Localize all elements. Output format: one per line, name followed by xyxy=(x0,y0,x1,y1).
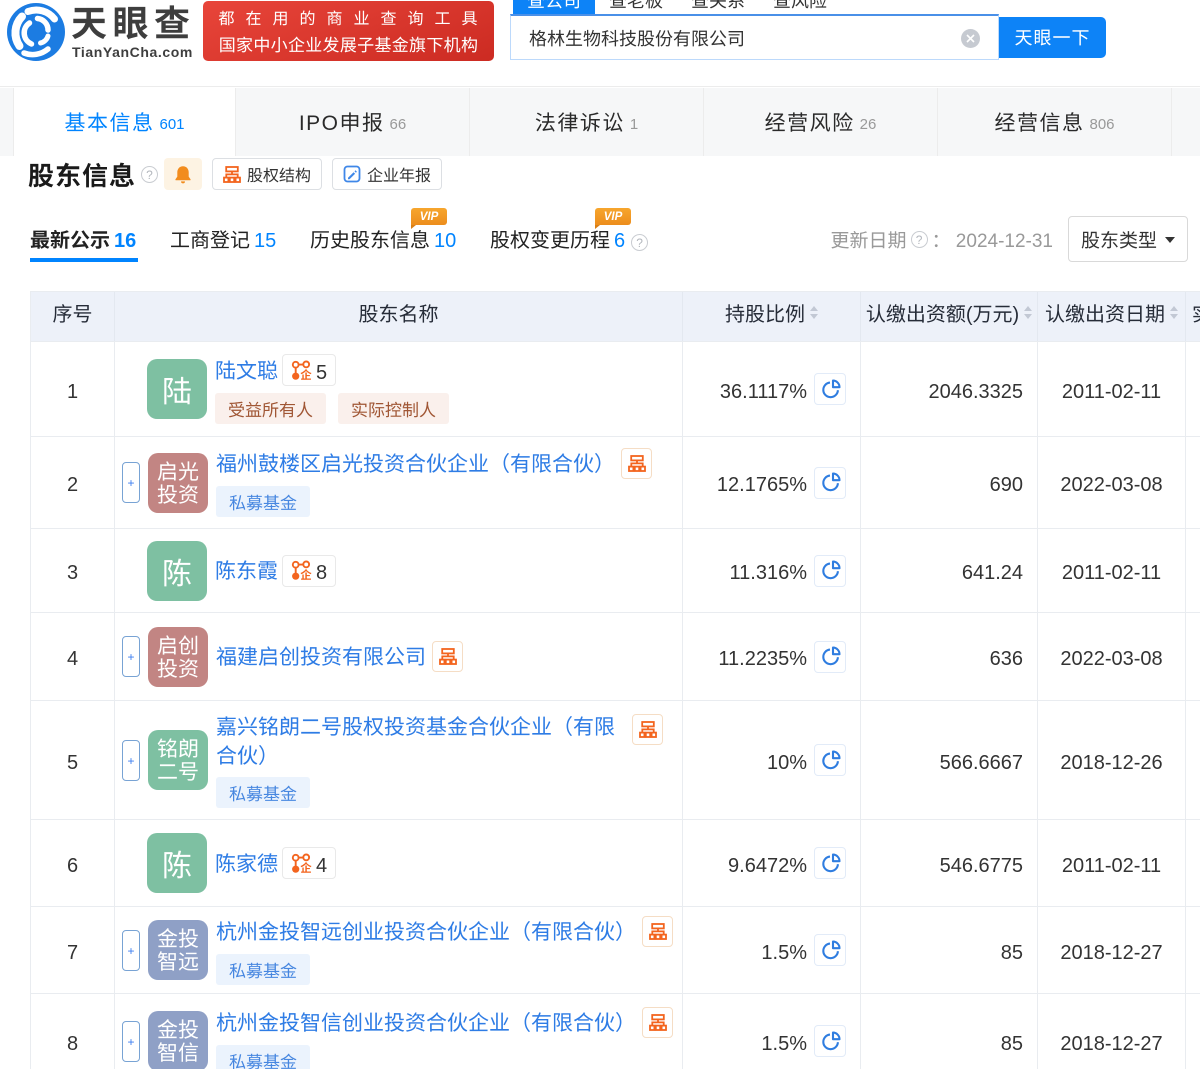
svg-text:企: 企 xyxy=(300,860,312,874)
svg-text:企: 企 xyxy=(300,567,312,581)
svg-text:企: 企 xyxy=(300,367,312,381)
